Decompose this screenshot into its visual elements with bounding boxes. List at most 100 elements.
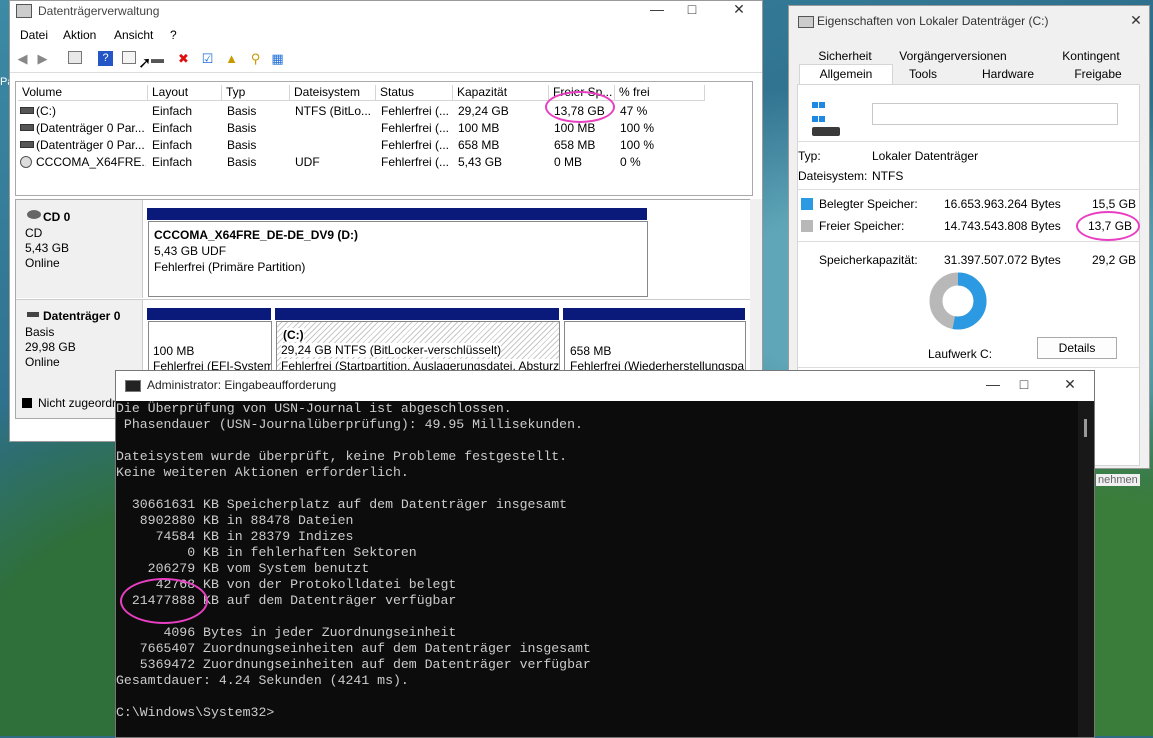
recovery-partition[interactable]: 658 MB Fehlerfrei (Wiederherstellungspa (564, 321, 746, 373)
maximize-icon[interactable]: □ (677, 1, 707, 17)
console-line: 4096 Bytes in jeder Zuordnungseinheit (116, 625, 457, 640)
legend-unallocated-label: Nicht zugeordn (38, 396, 119, 410)
type-label: Typ: (798, 149, 821, 163)
legend-unallocated-swatch (22, 398, 32, 408)
scrollbar-thumb[interactable] (1084, 419, 1087, 437)
cd-drive-icon (27, 210, 41, 219)
capacity-bytes: 31.397.507.072 Bytes (944, 253, 1061, 267)
details-button[interactable]: Details (1037, 337, 1117, 359)
tab-hardware[interactable]: Hardware (967, 65, 1049, 83)
cmd-icon (125, 380, 141, 392)
minimize-icon[interactable]: — (642, 1, 672, 17)
disk0-name: Datenträger 0 (43, 309, 121, 323)
col-header-kapazitaet[interactable]: Kapazität (453, 85, 549, 101)
cell-status: Fehlerfrei (... (381, 155, 450, 169)
console-line: 0 KB in fehlerhaften Sektoren (116, 545, 417, 560)
used-label: Belegter Speicher: (819, 197, 918, 211)
partition-size: 658 MB (570, 344, 612, 358)
drive-name-input[interactable] (872, 103, 1118, 125)
disk0-type: Basis (25, 325, 55, 339)
console-line: 30661631 KB Speicherplatz auf dem Datent… (116, 497, 568, 512)
settings-icon[interactable]: ▦ (270, 51, 285, 66)
tab-tools[interactable]: Tools (893, 65, 953, 83)
table-row[interactable]: (Datenträger 0 Par... Einfach Basis Fehl… (16, 136, 752, 153)
used-space-swatch (801, 198, 813, 210)
cd0-type: CD (25, 226, 43, 240)
delete-icon[interactable]: ✖ (176, 51, 191, 66)
table-row[interactable]: (C:) Einfach Basis NTFS (BitLo... Fehler… (16, 102, 752, 119)
console-line: 42768 KB von der Protokolldatei belegt (116, 577, 457, 592)
console-line: Gesamtdauer: 4.24 Sekunden (4241 ms). (116, 673, 409, 688)
cell-status: Fehlerfrei (... (381, 138, 450, 152)
hard-disk-icon (27, 312, 39, 317)
cell-layout: Einfach (152, 138, 193, 152)
used-gb: 15,5 GB (1092, 197, 1137, 211)
export-icon[interactable]: ▲ (224, 51, 239, 66)
cell-prozent-frei: 47 % (620, 104, 648, 118)
col-header-dateisystem[interactable]: Dateisystem (290, 85, 376, 101)
close-icon[interactable]: ✕ (724, 1, 754, 18)
console-line: 74584 KB in 28379 Indizes (116, 529, 354, 544)
cell-typ: Basis (227, 104, 257, 118)
list-view-icon[interactable] (122, 51, 136, 64)
back-icon[interactable]: ◀ (15, 51, 30, 66)
menu-bar: Datei Aktion Ansicht ? (10, 25, 762, 45)
partially-hidden-button[interactable]: nehmen (1096, 474, 1140, 486)
c-partition[interactable]: (C:) 29,24 GB NTFS (BitLocker-verschlüss… (276, 321, 560, 373)
title-bar: Administrator: Eingabeaufforderung — □ ✕ (116, 371, 1094, 401)
col-header-volume[interactable]: Volume (18, 85, 148, 101)
cd0-volume-name: CCCOMA_X64FRE_DE-DE_DV9 (D:) (154, 228, 359, 242)
efi-partition[interactable]: 100 MB Fehlerfrei (EFI-System (148, 321, 272, 373)
cell-kapazitaet: 658 MB (458, 138, 500, 152)
highlight-ellipse (545, 91, 615, 123)
tab-sicherheit[interactable]: Sicherheit (809, 47, 881, 65)
title-bar: Datenträgerverwaltung — □ ✕ (10, 1, 762, 21)
console-output[interactable]: Die Überprüfung von USN-Journal ist abge… (116, 401, 1076, 737)
console-line: Die Überprüfung von USN-Journal ist abge… (116, 401, 512, 416)
cell-status: Fehlerfrei (... (381, 104, 450, 118)
col-header-typ[interactable]: Typ (222, 85, 290, 101)
console-tree-icon[interactable] (68, 51, 82, 64)
menu-help[interactable]: ? (170, 28, 177, 42)
vertical-scrollbar[interactable] (1078, 401, 1094, 737)
properties-icon[interactable]: ☑ (200, 51, 215, 66)
drive-label: Laufwerk C: (928, 347, 993, 361)
tab-kontingent[interactable]: Kontingent (1043, 47, 1139, 65)
col-header-prozent-frei[interactable]: % frei (615, 85, 705, 101)
search-icon[interactable]: ⚲ (248, 51, 263, 66)
capacity-gb: 29,2 GB (1092, 253, 1137, 267)
type-value: Lokaler Datenträger (872, 149, 979, 163)
cell-volume: (C:) (36, 104, 56, 118)
cell-volume: CCCOMA_X64FRE... (36, 155, 146, 169)
close-icon[interactable]: ✕ (1121, 12, 1151, 29)
table-row[interactable]: CCCOMA_X64FRE... Einfach Basis UDF Fehle… (16, 153, 752, 170)
cell-prozent-frei: 0 % (620, 155, 641, 169)
minimize-icon[interactable]: — (978, 376, 1008, 392)
drive-icon (798, 16, 814, 28)
forward-icon[interactable]: ▶ (35, 51, 50, 66)
table-row[interactable]: (Datenträger 0 Par... Einfach Basis Fehl… (16, 119, 752, 136)
col-header-status[interactable]: Status (376, 85, 453, 101)
volume-icon (20, 141, 34, 148)
col-header-layout[interactable]: Layout (148, 85, 222, 101)
cd0-volume-size: 5,43 GB UDF (154, 244, 227, 258)
cd0-volume[interactable]: CCCOMA_X64FRE_DE-DE_DV9 (D:) 5,43 GB UDF… (148, 221, 648, 297)
connect-icon[interactable]: ▬ (150, 51, 165, 66)
tab-vorgaengerversionen[interactable]: Vorgängerversionen (889, 47, 1017, 65)
cd-volume-icon (20, 156, 32, 168)
partition-name: (C:) (283, 328, 304, 342)
menu-aktion[interactable]: Aktion (63, 28, 96, 42)
help-icon[interactable]: ? (98, 51, 113, 66)
cell-freier-speicher: 100 MB (554, 121, 596, 135)
tab-freigabe[interactable]: Freigabe (1059, 65, 1137, 83)
cd0-label[interactable]: CD 0 CD 5,43 GB Online (16, 200, 143, 298)
close-icon[interactable]: ✕ (1055, 376, 1085, 393)
console-line: 8902880 KB in 88478 Dateien (116, 513, 354, 528)
partition-size: 100 MB (153, 344, 195, 358)
cell-prozent-frei: 100 % (620, 121, 655, 135)
maximize-icon[interactable]: □ (1009, 376, 1039, 392)
menu-ansicht[interactable]: Ansicht (114, 28, 153, 42)
menu-datei[interactable]: Datei (20, 28, 48, 42)
